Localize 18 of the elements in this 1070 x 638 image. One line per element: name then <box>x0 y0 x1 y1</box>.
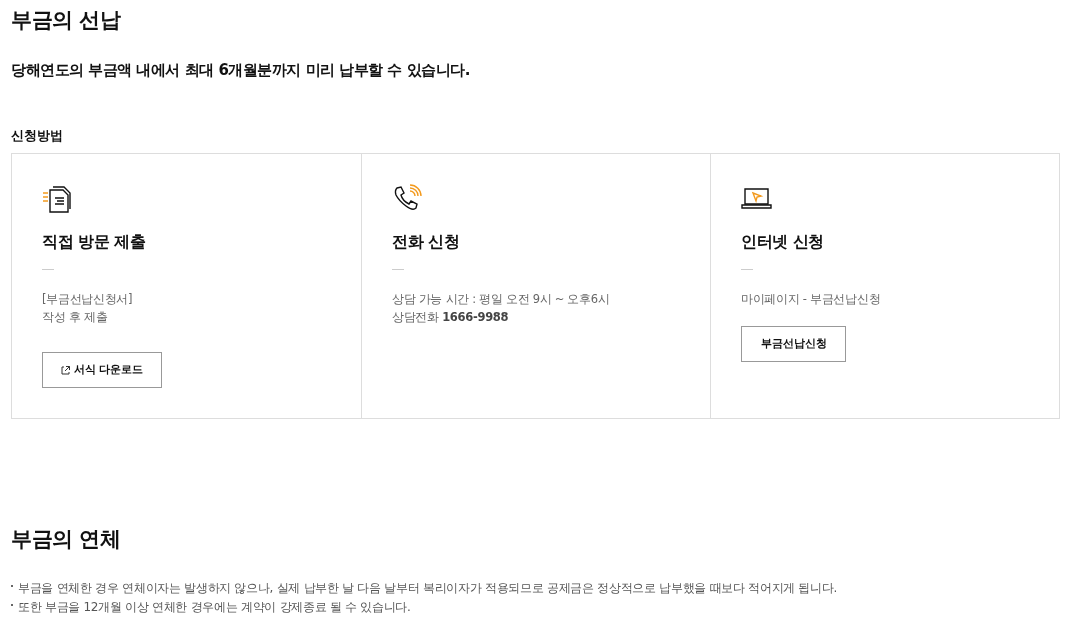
method-description: 상담전화 1666-9988 <box>392 309 510 327</box>
method-title: 인터넷 신청 <box>741 232 825 252</box>
document-icon <box>42 184 74 215</box>
note-text: 부금을 연체한 경우 연체이자는 발생하지 않으나, 실제 납부한 날 다음 날부터 복리이자가 적용되므로 공제금은 정상적으로 납부했을 때보다 적어지게 됩니다. <box>18 580 838 598</box>
section-label: 신청방법 <box>11 126 64 145</box>
note-text: 또한 부금을 12개월 이상 연체한 경우에는 계약이 강제종료 될 수 있습니다. <box>18 599 411 617</box>
method-title: 직접 방문 제출 <box>42 232 147 252</box>
method-description: 상담 가능 시간 : 평일 오전 9시 ~ 오후6시 <box>392 291 611 309</box>
apply-button[interactable]: 부금선납신청 <box>741 326 846 363</box>
external-link-icon <box>60 365 70 375</box>
method-description: [부금선납신청서] <box>42 291 134 309</box>
section-title: 부금의 연체 <box>11 527 122 553</box>
section-title: 부금의 선납 <box>11 8 122 34</box>
subtitle: 당해연도의 부금액 내에서 최대 6개월분까지 미리 납부할 수 있습니다. <box>11 60 471 82</box>
method-description: 마이페이지 - 부금선납신청 <box>741 291 882 309</box>
method-title: 전화 신청 <box>392 232 461 252</box>
download-button[interactable]: 서식 다운로드 <box>42 352 162 389</box>
method-description: 작성 후 제출 <box>42 309 109 327</box>
